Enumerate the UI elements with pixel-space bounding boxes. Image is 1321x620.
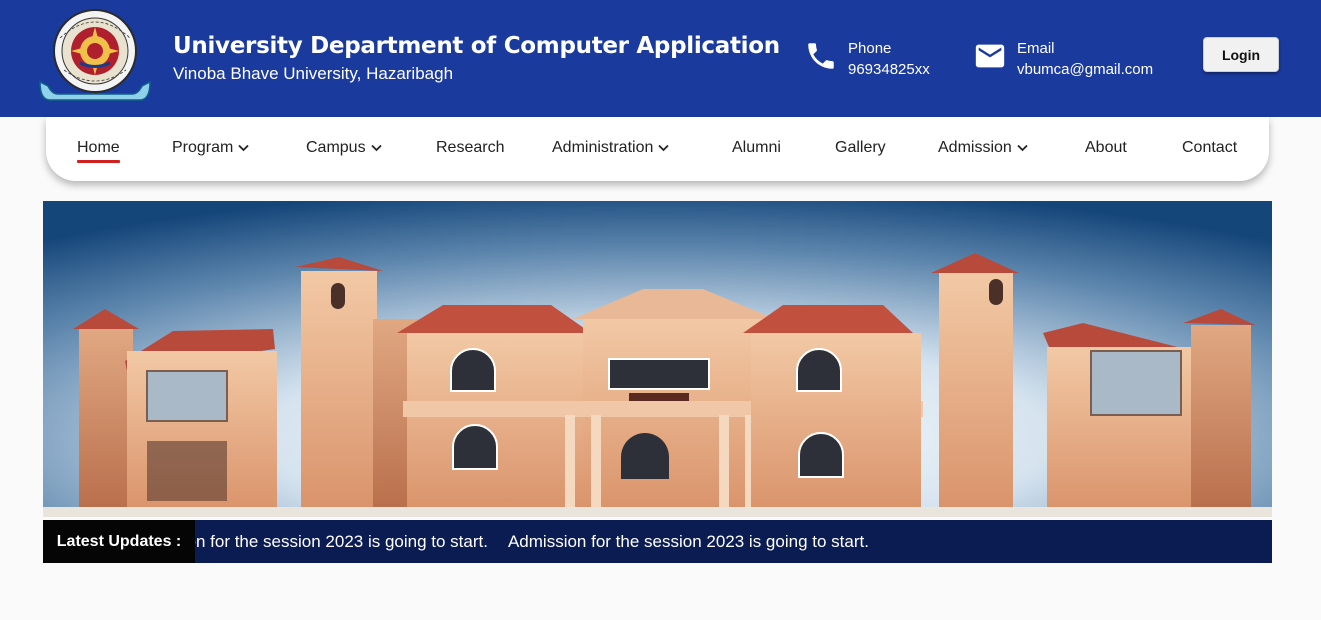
- chevron-down-icon: [238, 144, 249, 152]
- nav-label: Gallery: [835, 139, 886, 156]
- ticker-messages: Admission for the session 2023 is going …: [127, 520, 889, 563]
- phone-contact[interactable]: Phone 96934825xx: [804, 38, 930, 80]
- nav-label: Campus: [306, 139, 366, 156]
- nav-label: Contact: [1182, 139, 1238, 156]
- nav-program[interactable]: Program: [172, 139, 249, 157]
- nav-label: Research: [436, 139, 505, 156]
- nav-label: About: [1085, 139, 1127, 156]
- nav-admission[interactable]: Admission: [938, 139, 1028, 157]
- header-bar: University Department of Computer Applic…: [0, 0, 1321, 117]
- nav-label: Administration: [552, 139, 654, 156]
- latest-updates-label: Latest Updates :: [43, 520, 195, 563]
- nav-administration[interactable]: Administration: [552, 139, 670, 157]
- campus-building-illustration: [43, 201, 1272, 517]
- nav-label: Admission: [938, 139, 1012, 156]
- nav-contact[interactable]: Contact: [1182, 139, 1237, 157]
- main-nav: Home Program Campus Research Administrat…: [46, 117, 1269, 181]
- email-address: vbumca@gmail.com: [1017, 61, 1154, 78]
- chevron-down-icon: [1017, 144, 1028, 152]
- nav-home[interactable]: Home: [77, 139, 120, 163]
- site-subtitle: Vinoba Bhave University, Hazaribagh: [173, 64, 454, 83]
- ticker-message[interactable]: Admission for the session 2023 is going …: [508, 532, 869, 552]
- chevron-down-icon: [370, 144, 382, 152]
- nav-label: Program: [172, 139, 234, 156]
- site-title: University Department of Computer Applic…: [173, 33, 780, 59]
- phone-number: 96934825xx: [848, 61, 930, 78]
- nav-campus[interactable]: Campus: [306, 139, 382, 157]
- nav-label: Home: [77, 139, 120, 156]
- university-logo[interactable]: [36, 8, 154, 104]
- email-contact[interactable]: Email vbumca@gmail.com: [973, 38, 1153, 80]
- nav-about[interactable]: About: [1085, 139, 1127, 157]
- hero-banner-image: [43, 201, 1272, 517]
- nav-label: Alumni: [732, 139, 781, 156]
- email-label: Email: [1017, 40, 1055, 57]
- nav-alumni[interactable]: Alumni: [732, 139, 781, 157]
- login-button[interactable]: Login: [1203, 37, 1279, 72]
- phone-label: Phone: [848, 40, 892, 57]
- chevron-down-icon: [658, 144, 670, 152]
- phone-icon: [808, 43, 834, 69]
- latest-updates-ticker: Latest Updates : Admission for the sessi…: [43, 520, 1272, 563]
- nav-research[interactable]: Research: [436, 139, 504, 157]
- nav-gallery[interactable]: Gallery: [835, 139, 886, 157]
- mail-icon: [975, 44, 1005, 68]
